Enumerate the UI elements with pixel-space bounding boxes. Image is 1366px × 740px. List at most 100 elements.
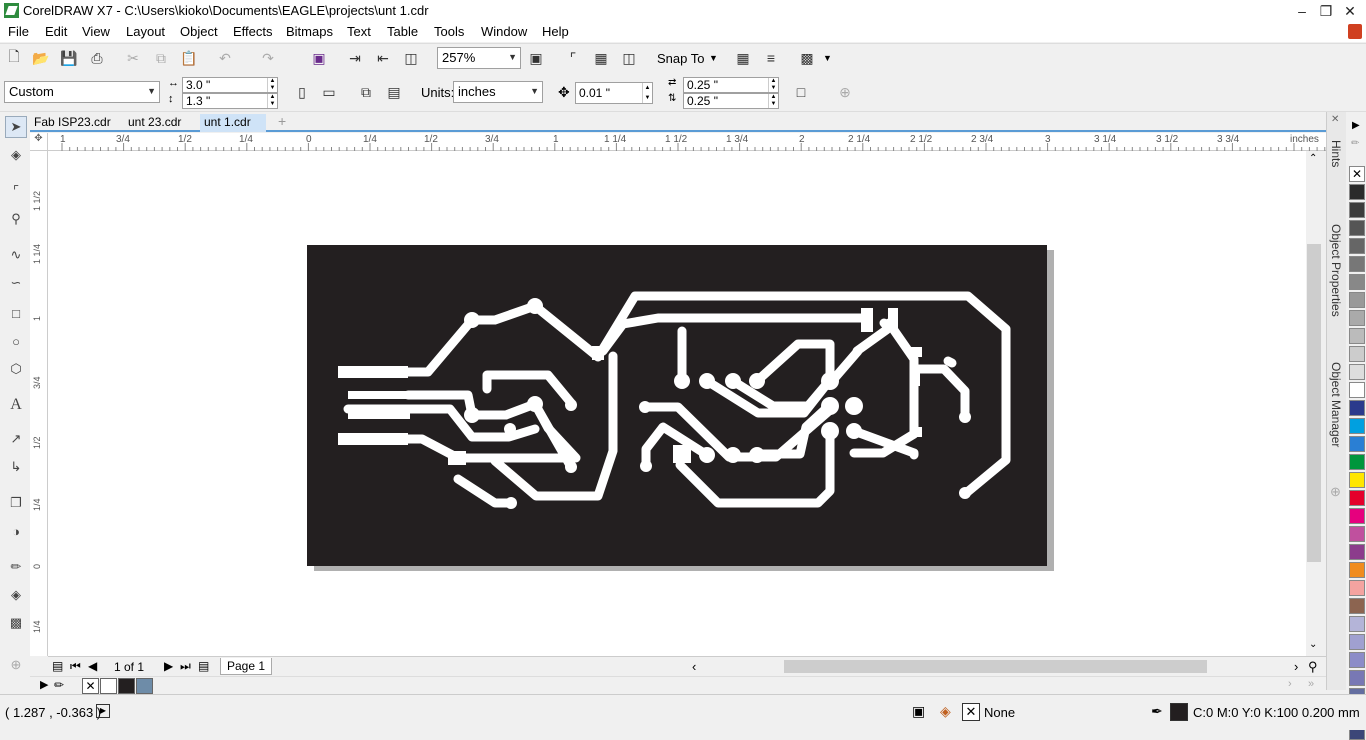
scroll-right-icon[interactable]: › (1294, 659, 1298, 674)
pen-nib-icon[interactable]: ✒ (1151, 703, 1163, 720)
artistic-media-icon[interactable]: ∽ (5, 272, 27, 294)
undo-icon[interactable]: ↶ (215, 48, 235, 68)
black-swatch[interactable] (118, 678, 135, 694)
polygon-tool-icon[interactable]: ⬡ (5, 358, 27, 380)
color-swatch[interactable] (1349, 634, 1365, 650)
ellipse-tool-icon[interactable]: ○ (5, 330, 27, 352)
all-pages-icon[interactable]: ⧉ (356, 82, 376, 102)
horizontal-scrollbar[interactable]: ‹ › ⚲ (688, 656, 1326, 676)
outline-swatch[interactable] (1170, 703, 1188, 721)
zoom-tool-icon[interactable]: ⚲ (5, 208, 27, 230)
color-swatch[interactable] (1349, 400, 1365, 416)
prev-page-icon[interactable]: ◀ (88, 659, 97, 673)
add-docker-icon[interactable]: ⊕ (1330, 484, 1341, 500)
menu-effects[interactable]: Effects (233, 24, 273, 39)
color-swatch[interactable] (1349, 544, 1365, 560)
units-combo[interactable]: inches ▼ (453, 81, 543, 103)
no-fill-swatch[interactable]: ✕ (1349, 166, 1365, 182)
zoom-icon[interactable]: ⚲ (1308, 659, 1318, 675)
smart-fill-icon[interactable]: ▩ (5, 612, 27, 634)
show-grid-icon[interactable]: ▦ (591, 48, 611, 68)
vertical-scrollbar[interactable]: ⌃ ⌄ (1306, 151, 1326, 656)
color-swatch[interactable] (1349, 616, 1365, 632)
menu-bitmaps[interactable]: Bitmaps (286, 24, 333, 39)
color-swatch[interactable] (1349, 490, 1365, 506)
restore-button[interactable]: ❐ (1314, 0, 1338, 22)
close-docker-icon[interactable]: ✕ (1331, 114, 1339, 125)
cut-icon[interactable]: ✂ (123, 48, 143, 68)
color-swatch[interactable] (1349, 328, 1365, 344)
page-width-input[interactable]: 3.0 " ▲ ▼ (182, 77, 278, 93)
color-swatch[interactable] (1349, 472, 1365, 488)
scroll-thumb[interactable] (784, 660, 1207, 673)
pick-tool-icon[interactable]: ➤ (5, 116, 27, 138)
eyedropper-icon[interactable]: ✏ (1351, 138, 1359, 149)
chevron-down-icon[interactable]: ▼ (823, 53, 832, 63)
eyedropper-icon[interactable]: ✏ (54, 678, 64, 692)
color-swatch[interactable] (1349, 652, 1365, 668)
minimize-button[interactable]: – (1290, 0, 1314, 22)
open-icon[interactable]: 📂 (31, 48, 51, 68)
menu-object[interactable]: Object (180, 24, 218, 39)
color-swatch[interactable] (1349, 436, 1365, 452)
menu-text[interactable]: Text (347, 24, 371, 39)
copy-icon[interactable]: ⧉ (151, 48, 171, 68)
color-eyedropper-icon[interactable]: ✏ (5, 556, 27, 578)
next-page-icon[interactable]: ▶ (164, 659, 173, 673)
export-icon[interactable]: ⇤ (373, 48, 393, 68)
first-page-icon[interactable]: ⏮ (70, 659, 81, 674)
current-page-icon[interactable]: ▤ (384, 82, 404, 102)
publish-pdf-icon[interactable]: ◫ (401, 48, 421, 68)
scroll-up-icon[interactable]: ⌃ (1309, 153, 1317, 164)
menu-help[interactable]: Help (542, 24, 569, 39)
new-tab-icon[interactable]: + (274, 112, 290, 130)
blue-gray-swatch[interactable] (136, 678, 153, 694)
color-swatch[interactable] (1349, 184, 1365, 200)
nudge-distance-input[interactable]: 0.01 " ▲ ▼ (575, 82, 653, 104)
palette-arrow-icon[interactable]: ▶ (1352, 120, 1360, 131)
text-tool-icon[interactable]: A (5, 394, 27, 416)
menu-file[interactable]: File (8, 24, 29, 39)
search-content-icon[interactable]: ▣ (309, 48, 329, 68)
double-chevron-icon[interactable]: » (1308, 678, 1314, 690)
scroll-left-icon[interactable]: ‹ (692, 659, 696, 674)
menu-view[interactable]: View (82, 24, 110, 39)
landscape-icon[interactable]: ▭ (319, 82, 339, 102)
docker-tab-hints[interactable]: Hints (1329, 140, 1343, 167)
color-swatch[interactable] (1349, 364, 1365, 380)
color-swatch[interactable] (1349, 418, 1365, 434)
crop-tool-icon[interactable]: ⌜ (5, 180, 27, 202)
vertical-ruler[interactable]: 1 1/2 1 1/4 1 3/4 1/2 1/4 0 1/4 (30, 151, 48, 656)
rectangle-tool-icon[interactable]: □ (5, 302, 27, 324)
fill-bucket-icon[interactable]: ◈ (940, 703, 951, 720)
play-icon[interactable]: ▶ (96, 704, 110, 718)
spinner-arrows-icon[interactable]: ▲ ▼ (267, 94, 277, 108)
duplicate-x-input[interactable]: 0.25 " ▲ ▼ (683, 77, 779, 93)
menu-tools[interactable]: Tools (434, 24, 464, 39)
drop-shadow-icon[interactable]: ❐ (5, 492, 27, 514)
paste-icon[interactable]: 📋 (179, 48, 199, 68)
color-swatch[interactable] (1349, 562, 1365, 578)
spinner-arrows-icon[interactable]: ▲ ▼ (768, 78, 778, 92)
menu-window[interactable]: Window (481, 24, 527, 39)
duplicate-y-input[interactable]: 0.25 " ▲ ▼ (683, 93, 779, 109)
page-size-combo[interactable]: Custom ▼ (4, 81, 160, 103)
color-swatch[interactable] (1349, 580, 1365, 596)
color-swatch[interactable] (1349, 274, 1365, 290)
menu-table[interactable]: Table (387, 24, 418, 39)
scroll-thumb[interactable] (1307, 244, 1321, 562)
menu-layout[interactable]: Layout (126, 24, 165, 39)
print-icon[interactable]: ⎙ (87, 48, 107, 68)
ruler-origin[interactable]: ✥ (30, 133, 48, 151)
spinner-arrows-icon[interactable]: ▲ ▼ (642, 83, 652, 103)
show-guidelines-icon[interactable]: ◫ (619, 48, 639, 68)
spinner-arrows-icon[interactable]: ▲ ▼ (267, 78, 277, 92)
snap-icon[interactable]: ▣ (912, 703, 925, 720)
drawing-canvas[interactable] (48, 151, 1306, 656)
color-swatch[interactable] (1349, 526, 1365, 542)
transparency-icon[interactable]: ◑ (5, 520, 27, 542)
color-swatch[interactable] (1349, 238, 1365, 254)
interactive-fill-icon[interactable]: ◈ (5, 584, 27, 606)
no-color-swatch[interactable]: ✕ (82, 678, 99, 694)
options-icon[interactable]: ≡ (761, 48, 781, 68)
